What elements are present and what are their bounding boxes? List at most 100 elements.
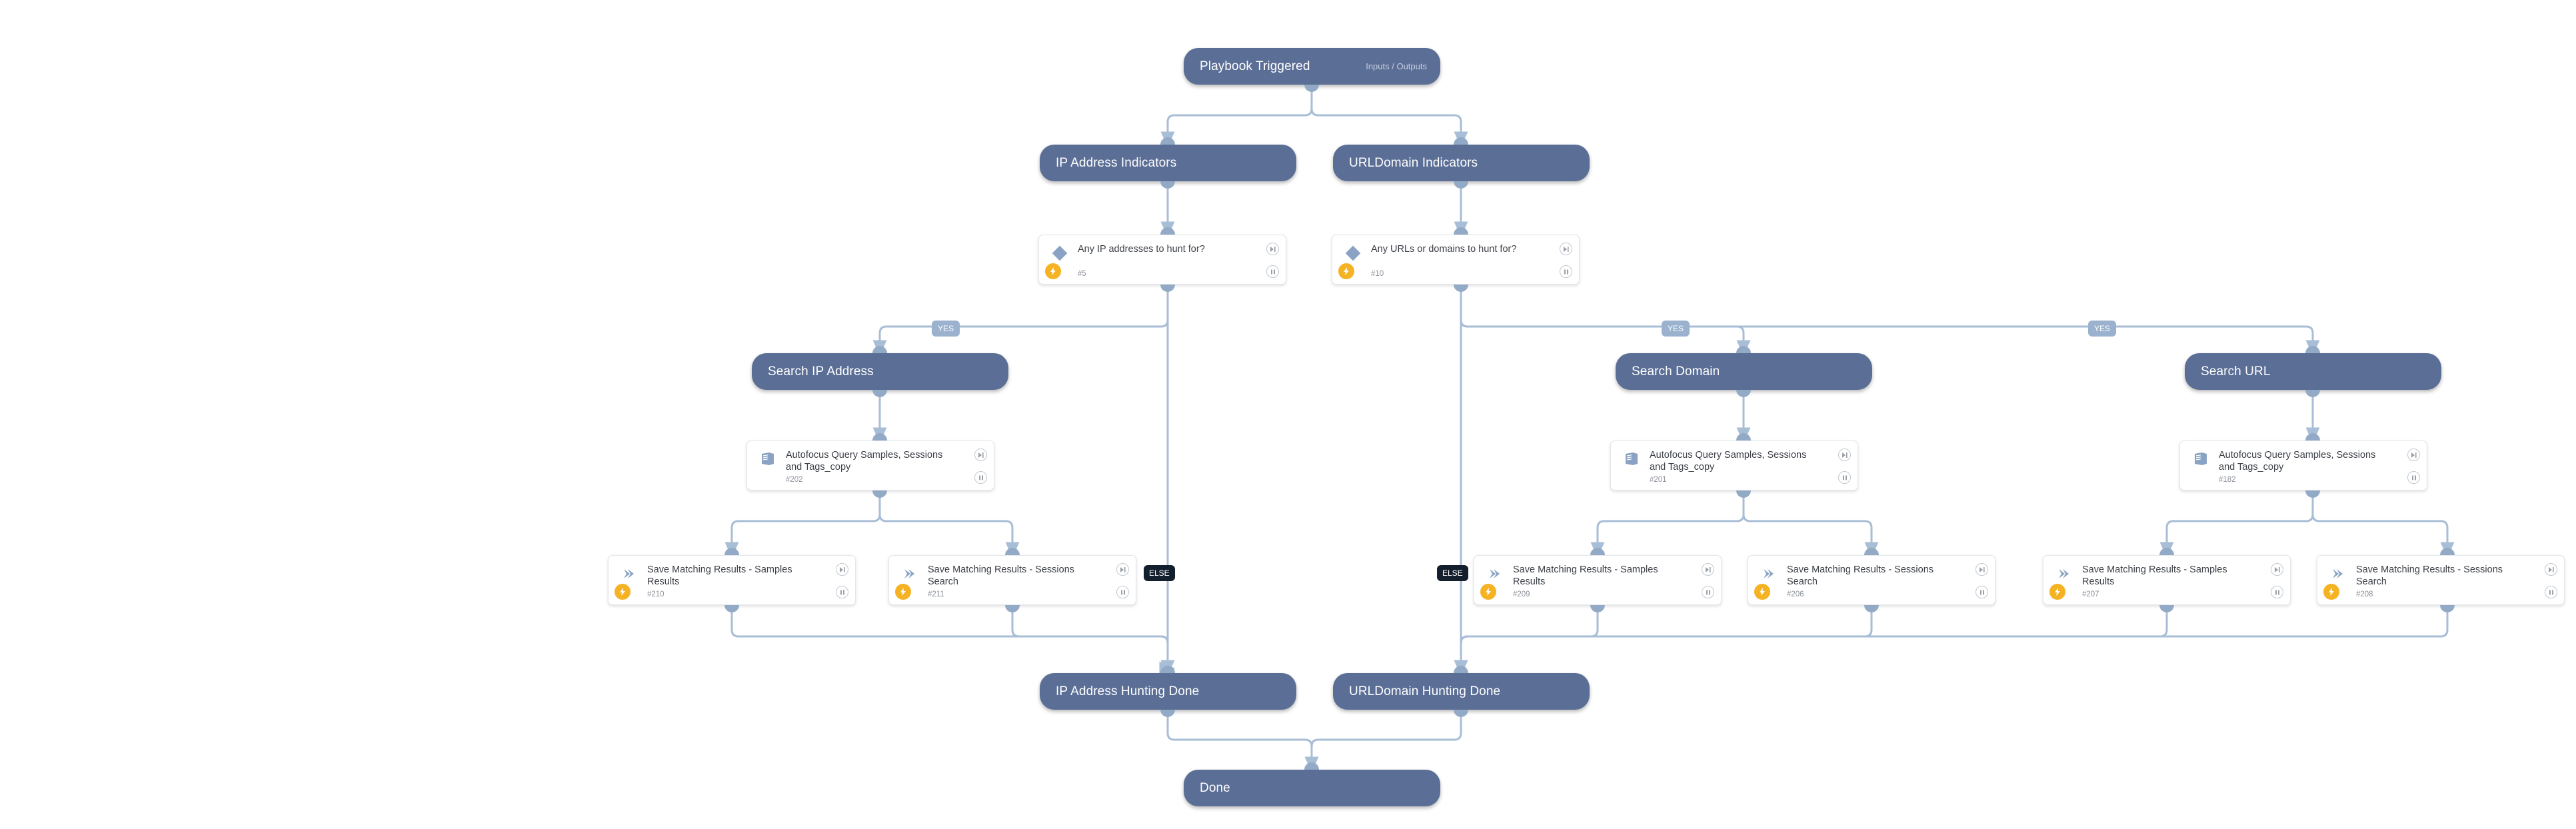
pause-icon[interactable]	[836, 586, 848, 598]
node-urldomain-indicators[interactable]: URLDomain Indicators	[1333, 145, 1590, 181]
port-out	[872, 490, 887, 498]
port-out	[1454, 181, 1468, 189]
playbook-book-icon	[759, 450, 776, 468]
node-autofocus-query-182[interactable]: Autofocus Query Samples, Sessions and Ta…	[2179, 440, 2427, 490]
task-title: Save Matching Results - Sessions Search	[1787, 564, 1934, 587]
bolt-icon	[1480, 584, 1496, 600]
run-next-icon[interactable]	[1975, 563, 1988, 576]
node-search-domain[interactable]: Search Domain	[1616, 353, 1872, 390]
pause-icon[interactable]	[974, 471, 987, 484]
run-next-icon[interactable]	[2271, 563, 2283, 576]
node-save-matching-results-210[interactable]: Save Matching Results - Samples Results …	[608, 555, 856, 605]
node-ip-address-hunting-done[interactable]: IP Address Hunting Done	[1040, 673, 1296, 710]
pause-icon[interactable]	[1838, 471, 1851, 484]
inputs-outputs-link[interactable]: Inputs / Outputs	[1366, 61, 1440, 71]
node-search-ip-address[interactable]: Search IP Address	[752, 353, 1008, 390]
pause-icon[interactable]	[2271, 586, 2283, 598]
port-in	[1005, 548, 1020, 555]
node-save-matching-results-208[interactable]: Save Matching Results - Sessions Search …	[2317, 555, 2565, 605]
node-label: IP Address Indicators	[1056, 155, 1177, 170]
branch-badge-yes-ip[interactable]: YES	[932, 321, 960, 337]
chevron-right-icon	[1486, 565, 1504, 582]
run-next-icon[interactable]	[1838, 448, 1851, 461]
port-in	[1590, 548, 1605, 555]
port-in	[1736, 433, 1751, 440]
port-out	[1005, 605, 1020, 612]
port-in	[1160, 137, 1175, 145]
task-title: Any URLs or domains to hunt for?	[1371, 244, 1517, 255]
chevron-right-icon	[2055, 565, 2073, 582]
run-next-icon[interactable]	[1116, 563, 1129, 576]
pause-icon[interactable]	[1975, 586, 1988, 598]
port-in	[2440, 548, 2455, 555]
node-label: IP Address Hunting Done	[1056, 684, 1200, 698]
bolt-icon	[1338, 263, 1354, 279]
port-out	[724, 605, 739, 612]
branch-badge-yes-domain[interactable]: YES	[1662, 321, 1690, 337]
port-out	[1160, 181, 1175, 189]
run-next-icon[interactable]	[1266, 243, 1279, 255]
port-in	[2305, 433, 2320, 440]
port-in	[1864, 548, 1879, 555]
run-next-icon[interactable]	[2407, 448, 2420, 461]
pause-icon[interactable]	[1560, 265, 1572, 278]
port-out	[1454, 710, 1468, 717]
port-in	[872, 346, 887, 353]
pause-icon[interactable]	[2407, 471, 2420, 484]
playbook-canvas[interactable]: Playbook Triggered Inputs / Outputs IP A…	[0, 0, 2576, 829]
node-label: Done	[1200, 780, 1230, 795]
branch-badge-else-ip[interactable]: ELSE	[1144, 565, 1175, 581]
playbook-book-icon	[1623, 450, 1640, 468]
node-save-matching-results-206[interactable]: Save Matching Results - Sessions Search …	[1748, 555, 1995, 605]
task-id: #211	[928, 590, 944, 598]
node-condition-any-urls-domains[interactable]: Any URLs or domains to hunt for? #10	[1332, 235, 1580, 285]
port-out	[1160, 710, 1175, 717]
port-in	[1304, 762, 1319, 770]
port-in	[872, 433, 887, 440]
node-autofocus-query-201[interactable]: Autofocus Query Samples, Sessions and Ta…	[1610, 440, 1858, 490]
task-id: #10	[1371, 270, 1384, 278]
node-save-matching-results-209[interactable]: Save Matching Results - Samples Results …	[1474, 555, 1722, 605]
port-out	[1736, 390, 1751, 397]
node-autofocus-query-202[interactable]: Autofocus Query Samples, Sessions and Ta…	[746, 440, 994, 490]
pause-icon[interactable]	[1702, 586, 1714, 598]
branch-badge-else-url[interactable]: ELSE	[1437, 565, 1468, 581]
node-condition-any-ip-addresses[interactable]: Any IP addresses to hunt for? #5	[1038, 235, 1286, 285]
node-save-matching-results-207[interactable]: Save Matching Results - Samples Results …	[2043, 555, 2291, 605]
port-in	[2159, 548, 2174, 555]
task-title: Save Matching Results - Samples Results	[1513, 564, 1658, 587]
node-done[interactable]: Done	[1184, 770, 1440, 806]
pause-icon[interactable]	[1116, 586, 1129, 598]
task-id: #201	[1650, 476, 1667, 484]
task-title: Autofocus Query Samples, Sessions and Ta…	[1650, 450, 1807, 472]
port-out	[2159, 605, 2174, 612]
run-next-icon[interactable]	[1702, 563, 1714, 576]
task-title: Autofocus Query Samples, Sessions and Ta…	[786, 450, 943, 472]
pause-icon[interactable]	[2545, 586, 2557, 598]
node-search-url[interactable]: Search URL	[2185, 353, 2441, 390]
run-next-icon[interactable]	[1560, 243, 1572, 255]
port-out	[1736, 490, 1751, 498]
node-label: URLDomain Hunting Done	[1349, 684, 1501, 698]
run-next-icon[interactable]	[836, 563, 848, 576]
node-ip-address-indicators[interactable]: IP Address Indicators	[1040, 145, 1296, 181]
node-urldomain-hunting-done[interactable]: URLDomain Hunting Done	[1333, 673, 1590, 710]
node-playbook-triggered[interactable]: Playbook Triggered Inputs / Outputs	[1184, 48, 1440, 85]
task-id: #210	[647, 590, 664, 598]
pause-icon[interactable]	[1266, 265, 1279, 278]
task-title: Save Matching Results - Samples Results	[2082, 564, 2227, 587]
bolt-icon	[2049, 584, 2065, 600]
port-out	[2305, 490, 2320, 498]
port-out	[1160, 285, 1175, 292]
port-in	[2305, 346, 2320, 353]
bolt-icon	[615, 584, 631, 600]
node-save-matching-results-211[interactable]: Save Matching Results - Sessions Search …	[888, 555, 1136, 605]
bolt-icon	[1754, 584, 1770, 600]
port-in	[1454, 137, 1468, 145]
bolt-icon	[895, 584, 911, 600]
condition-diamond-icon	[1051, 245, 1068, 262]
run-next-icon[interactable]	[974, 448, 987, 461]
run-next-icon[interactable]	[2545, 563, 2557, 576]
branch-badge-yes-url[interactable]: YES	[2088, 321, 2117, 337]
port-out	[2440, 605, 2455, 612]
